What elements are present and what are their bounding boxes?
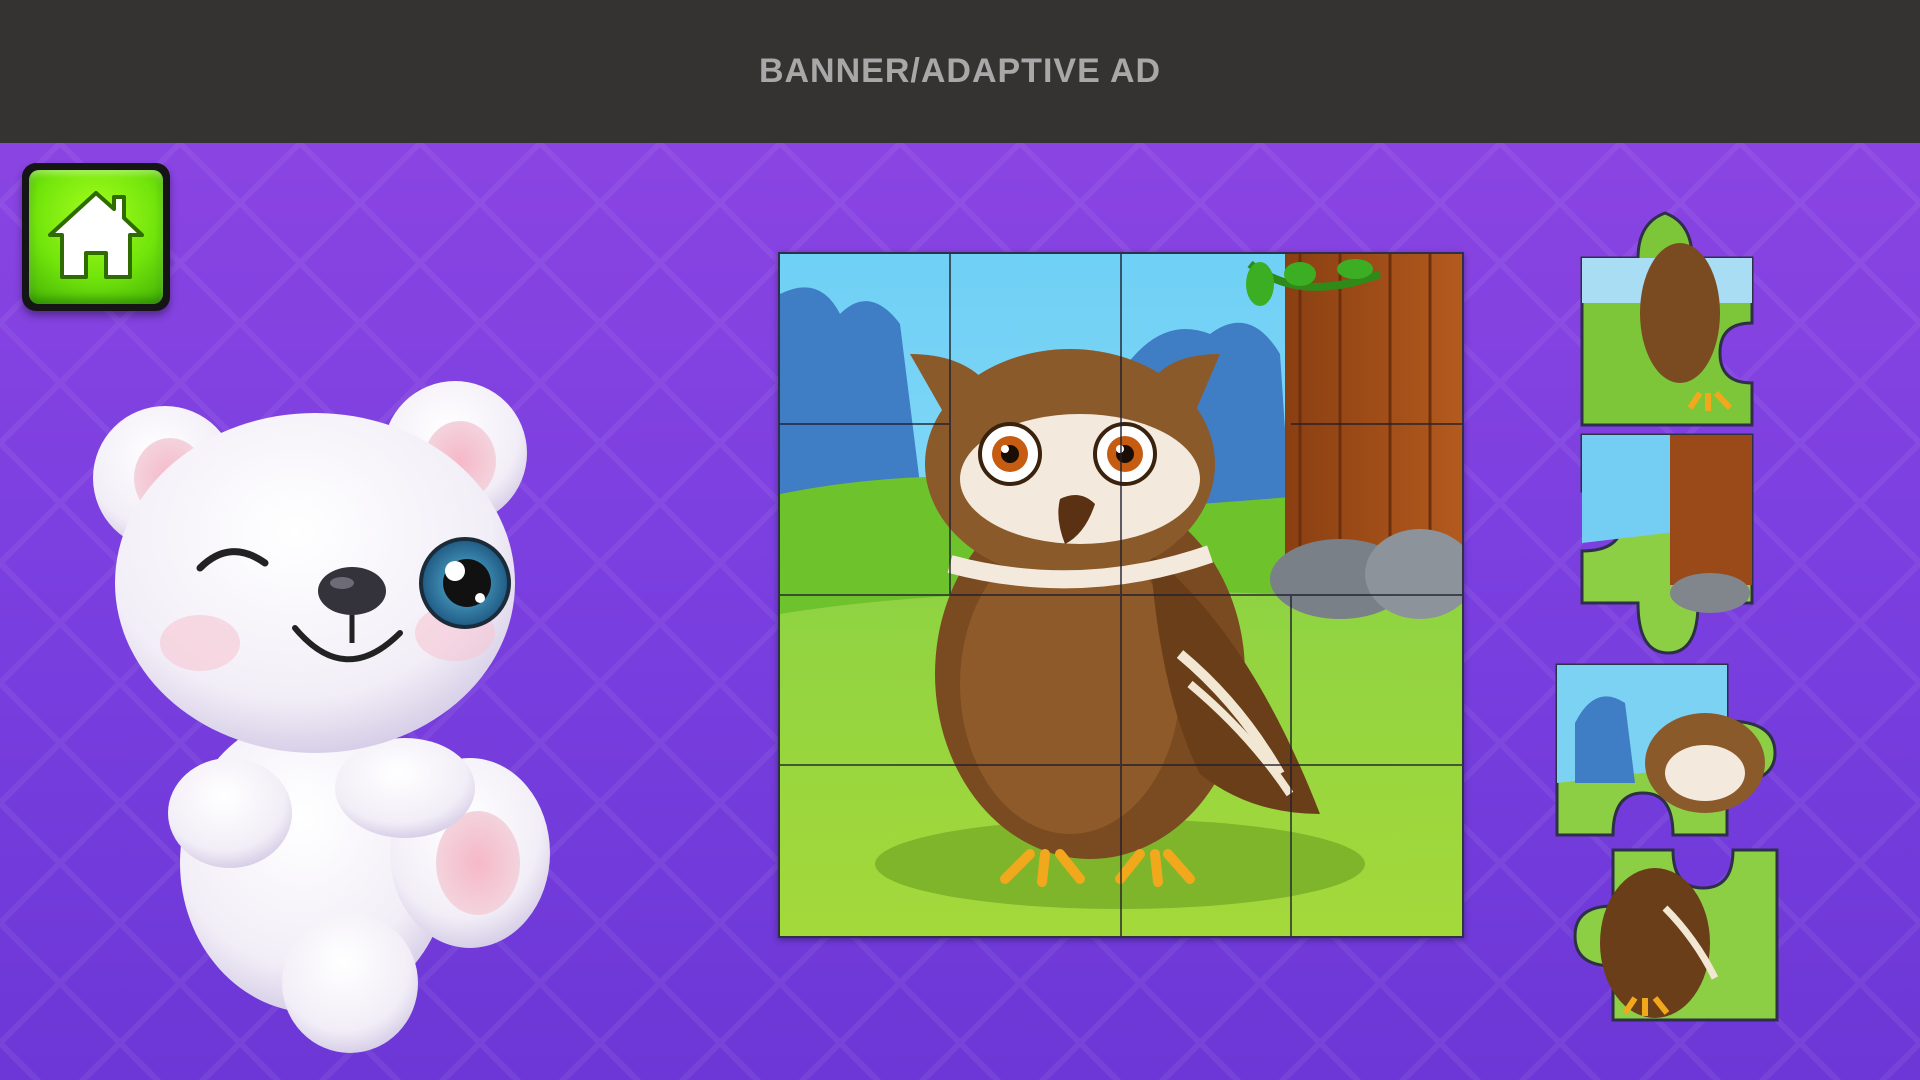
home-button[interactable] bbox=[22, 163, 170, 311]
ad-banner[interactable]: BANNER/ADAPTIVE AD bbox=[0, 0, 1920, 143]
puzzle-piece-1[interactable] bbox=[1580, 203, 1760, 428]
puzzle-piece-2[interactable] bbox=[1580, 433, 1760, 658]
polar-bear-mascot bbox=[93, 381, 550, 1053]
puzzle-piece-3[interactable] bbox=[1555, 663, 1780, 848]
game-area bbox=[0, 143, 1920, 1080]
puzzle-board bbox=[778, 252, 1464, 938]
owl-scene bbox=[780, 254, 1462, 936]
puzzle-piece-4[interactable] bbox=[1555, 848, 1780, 1033]
home-icon bbox=[48, 191, 144, 279]
ad-banner-label: BANNER/ADAPTIVE AD bbox=[758, 52, 1162, 90]
